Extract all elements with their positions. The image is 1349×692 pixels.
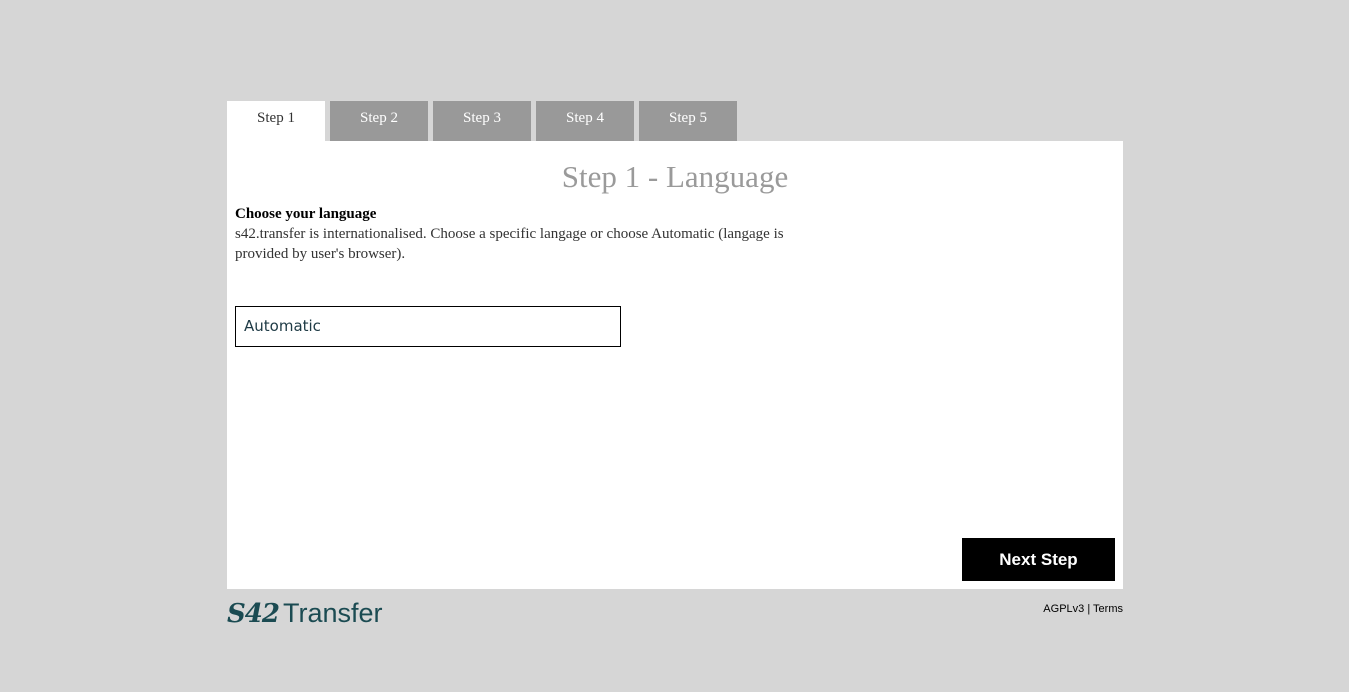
section-description: s42.transfer is internationalised. Choos… xyxy=(235,226,784,262)
tab-step-5[interactable]: Step 5 xyxy=(639,101,737,141)
tab-step-3[interactable]: Step 3 xyxy=(433,101,531,141)
tab-step-4[interactable]: Step 4 xyxy=(536,101,634,141)
tab-step-2[interactable]: Step 2 xyxy=(330,101,428,141)
section-heading: Choose your language xyxy=(235,206,377,222)
footer-separator: | xyxy=(1087,603,1091,615)
tab-step-1[interactable]: Step 1 xyxy=(227,101,325,141)
language-select[interactable]: Automatic xyxy=(235,306,621,347)
next-step-button[interactable]: Next Step xyxy=(962,538,1115,581)
step-panel: Step 1 - Language Choose your language s… xyxy=(227,141,1123,589)
logo-text: Transfer xyxy=(282,598,383,628)
footer-links: AGPLv3 | Terms xyxy=(1043,602,1123,616)
license-link[interactable]: AGPLv3 xyxy=(1043,603,1084,615)
s42-transfer-logo: S42 Transfer xyxy=(227,598,383,630)
page-title: Step 1 - Language xyxy=(561,159,789,194)
terms-link[interactable]: Terms xyxy=(1093,603,1123,615)
logo-mark: S42 xyxy=(227,599,280,629)
